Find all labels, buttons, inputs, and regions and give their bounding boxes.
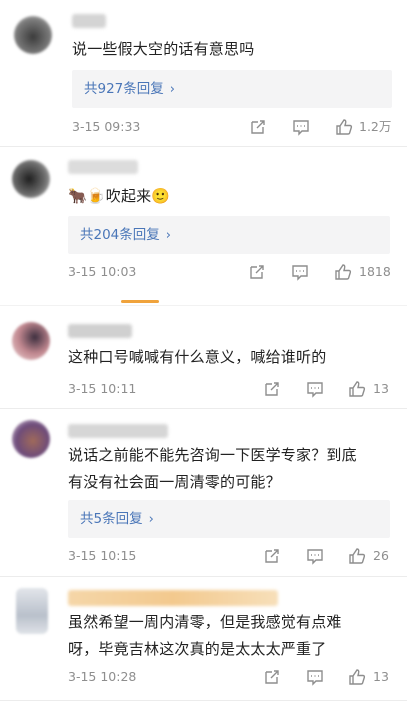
divider	[0, 146, 407, 147]
comment-text: 说一些假大空的话有意思吗	[72, 40, 255, 58]
comment-meta: 3-15 10:15 26	[0, 546, 407, 566]
comment-icon[interactable]	[306, 380, 324, 398]
share-icon[interactable]	[249, 118, 267, 136]
timestamp: 3-15 10:11	[68, 381, 137, 396]
avatar[interactable]	[12, 160, 50, 198]
divider	[0, 700, 407, 701]
comment-icon[interactable]	[292, 118, 310, 136]
comment-meta: 3-15 10:28 13	[0, 667, 407, 687]
share-icon[interactable]	[263, 668, 281, 686]
username[interactable]	[68, 324, 132, 338]
view-replies-button[interactable]: 共204条回复 ›	[68, 216, 390, 254]
avatar[interactable]	[12, 420, 50, 458]
divider	[0, 576, 407, 577]
comment-icon[interactable]	[306, 668, 324, 686]
username[interactable]	[68, 590, 278, 606]
comment-text: 这种口号喊喊有什么意义，喊给谁听的	[68, 348, 327, 366]
chevron-right-icon: ›	[148, 512, 154, 527]
comment-text: 🐂🍺吹起来🙂	[68, 187, 171, 205]
timestamp: 3-15 09:33	[72, 119, 141, 134]
section-divider-indicator	[121, 300, 159, 303]
share-icon[interactable]	[263, 380, 281, 398]
divider	[0, 408, 407, 409]
like-count: 1818	[359, 264, 391, 279]
comment-icon[interactable]	[291, 263, 309, 281]
like-count: 26	[373, 548, 389, 563]
comment-meta: 3-15 10:03 1818	[0, 262, 407, 282]
username[interactable]	[72, 14, 106, 28]
avatar[interactable]	[16, 588, 48, 634]
avatar[interactable]	[14, 16, 52, 54]
like-count: 1.2万	[359, 119, 392, 134]
like-icon[interactable]	[348, 668, 366, 686]
comment-text: 说话之前能不能先咨询一下医学专家？到底 有没有社会面一周清零的可能？	[68, 446, 357, 491]
view-replies-button[interactable]: 共927条回复 ›	[72, 70, 392, 108]
username[interactable]	[68, 160, 138, 174]
comment-icon[interactable]	[306, 547, 324, 565]
reply-count-label: 共204条回复	[80, 227, 160, 243]
like-icon[interactable]	[348, 380, 366, 398]
like-count: 13	[373, 381, 389, 396]
comment-text: 虽然希望一周内清零，但是我感觉有点难 呀，毕竟吉林这次真的是太太太严重了	[68, 613, 342, 658]
timestamp: 3-15 10:03	[68, 264, 137, 279]
view-replies-button[interactable]: 共5条回复 ›	[68, 500, 390, 538]
username[interactable]	[68, 424, 168, 438]
like-icon[interactable]	[334, 263, 352, 281]
timestamp: 3-15 10:15	[68, 548, 137, 563]
like-icon[interactable]	[348, 547, 366, 565]
avatar[interactable]	[12, 322, 50, 360]
share-icon[interactable]	[263, 547, 281, 565]
share-icon[interactable]	[248, 263, 266, 281]
like-icon[interactable]	[335, 118, 353, 136]
chevron-right-icon: ›	[165, 228, 171, 243]
reply-count-label: 共5条回复	[80, 511, 143, 527]
comment-meta: 3-15 09:33 1.2万	[0, 117, 407, 137]
like-count: 13	[373, 669, 389, 684]
chevron-right-icon: ›	[169, 82, 175, 97]
comment-meta: 3-15 10:11 13	[0, 379, 407, 399]
divider	[0, 305, 407, 306]
reply-count-label: 共927条回复	[84, 81, 164, 97]
timestamp: 3-15 10:28	[68, 669, 137, 684]
